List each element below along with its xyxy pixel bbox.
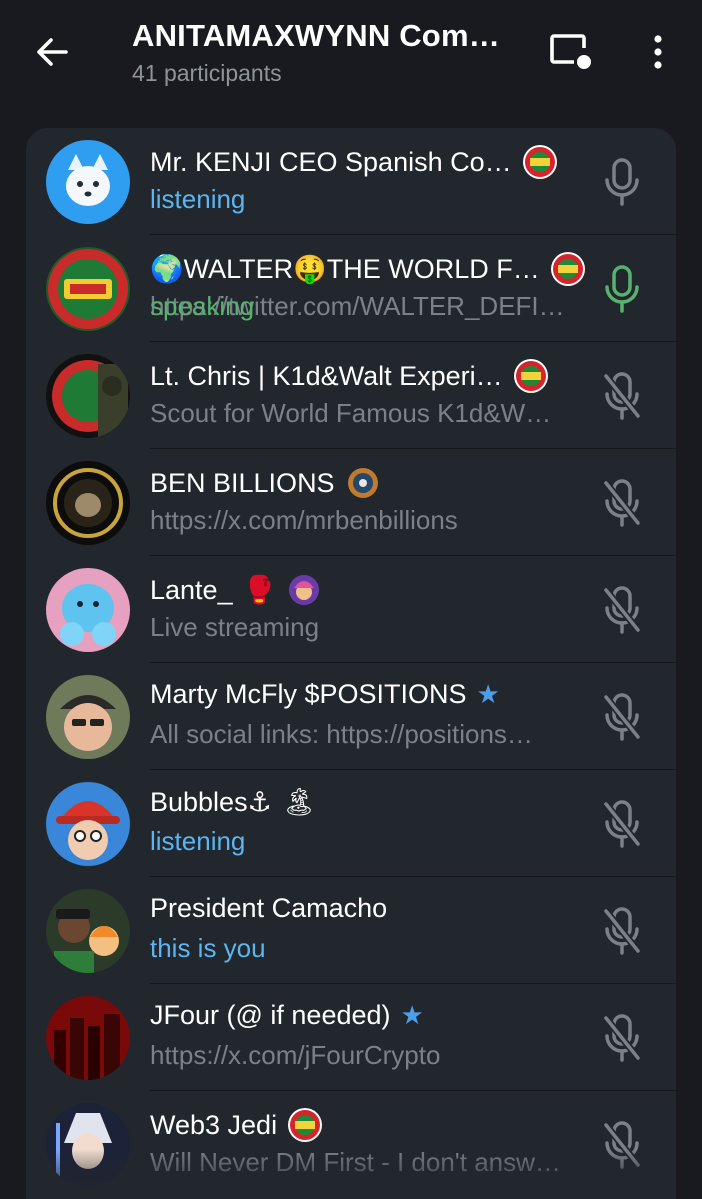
participant-name: BEN BILLIONS: [150, 465, 381, 501]
participant-name-text: Mr. KENJI CEO Spanish Co…: [150, 146, 512, 177]
mic-muted-icon[interactable]: [600, 798, 644, 850]
avatar: [46, 782, 130, 866]
participant-name: President Camacho: [150, 893, 387, 924]
app-bar: ANITAMAXWYNN Com… 41 participants: [0, 0, 702, 110]
participant-status: https://x.com/mrbenbillions: [150, 505, 458, 535]
participant-name-text: WALTER: [183, 253, 294, 284]
participant-status: listening: [150, 826, 246, 856]
participant-status: Will Never DM First - I don't answ…: [150, 1147, 561, 1177]
participant-row[interactable]: Lante_ 🥊 Live streaming: [26, 556, 676, 663]
show-badge-icon: [550, 251, 586, 287]
globe-emoji: 🌍: [150, 254, 184, 284]
participant-name-text: Lt. Chris | K1d&Walt Experi…: [150, 360, 503, 391]
mic-muted-icon[interactable]: [600, 691, 644, 743]
participant-row[interactable]: Web3 Jedi Will Never DM First - I don't …: [26, 1091, 676, 1198]
avatar: [46, 675, 130, 759]
participant-name-text: JFour (@ if needed): [150, 1000, 391, 1030]
avatar: [46, 354, 130, 438]
participant-row[interactable]: Mr. KENJI CEO Spanish Co… listening: [26, 128, 676, 235]
participant-row[interactable]: Lt. Chris | K1d&Walt Experi… Scout for W…: [26, 342, 676, 449]
mic-muted-icon[interactable]: [600, 477, 644, 529]
participant-name-text: Bubbles⚓: [150, 786, 272, 817]
participant-name: Mr. KENJI CEO Spanish Co…: [150, 144, 558, 180]
participant-name: 🌍 WALTER 🤑 THE WORLD F…: [150, 251, 586, 287]
participant-name: Web3 Jedi: [150, 1107, 323, 1143]
participant-name-text: Marty McFly $POSITIONS: [150, 679, 467, 709]
participant-row[interactable]: 🌍 WALTER 🤑 THE WORLD F… https://twitter.…: [26, 235, 676, 342]
participant-name-text: Lante_: [150, 574, 233, 605]
chat-title: ANITAMAXWYNN Com…: [132, 18, 500, 53]
avatar: [46, 461, 130, 545]
show-badge-icon: [522, 144, 558, 180]
mic-muted-icon[interactable]: [600, 905, 644, 957]
gear-badge-icon: [347, 468, 378, 498]
participant-name-text: BEN BILLIONS: [150, 467, 335, 498]
participant-name-suffix: THE WORLD F…: [326, 253, 540, 284]
participant-name: Bubbles⚓ 🏝: [150, 786, 316, 818]
participant-status: https://x.com/jFourCrypto: [150, 1040, 441, 1070]
participant-row[interactable]: President Camacho this is you: [26, 877, 676, 984]
mic-active-icon[interactable]: [600, 263, 644, 315]
participant-row[interactable]: JFour (@ if needed) ★ https://x.com/jFou…: [26, 984, 676, 1091]
show-badge-icon: [513, 358, 549, 394]
participant-row[interactable]: Marty McFly $POSITIONS ★ All social link…: [26, 663, 676, 770]
avatar: [46, 140, 130, 224]
participant-name-text: President Camacho: [150, 893, 388, 923]
mic-muted-icon[interactable]: [600, 1119, 644, 1171]
show-badge-icon: [287, 1107, 323, 1143]
avatar: [46, 889, 130, 973]
participant-row[interactable]: Bubbles⚓ 🏝 listening: [26, 770, 676, 877]
avatar-badge-icon: [289, 575, 320, 605]
mic-icon[interactable]: [600, 156, 644, 208]
participant-status: All social links: https://positions…: [150, 719, 533, 749]
back-arrow-icon[interactable]: [30, 30, 74, 74]
participant-name: Lt. Chris | K1d&Walt Experi…: [150, 358, 549, 394]
mic-muted-icon[interactable]: [600, 1012, 644, 1064]
avatar: [46, 568, 130, 652]
boxing-glove-emoji: 🥊: [242, 575, 277, 605]
screen-share-icon[interactable]: [548, 32, 594, 72]
palm-tree-emoji: 🏝: [281, 787, 317, 817]
premium-star-icon: ★: [476, 679, 500, 709]
participant-status: https://twitter.com/WALTER_DEFI… speakin…: [150, 291, 565, 322]
participant-name: Lante_ 🥊: [150, 572, 322, 608]
participant-status: Live streaming: [150, 612, 320, 642]
premium-star-icon: ★: [400, 1000, 424, 1030]
participant-name-text: Web3 Jedi: [150, 1109, 278, 1140]
money-face-emoji: 🤑: [293, 254, 327, 284]
avatar: [46, 996, 130, 1080]
participant-status: this is you: [150, 933, 266, 963]
more-options-icon[interactable]: [644, 30, 672, 74]
mic-muted-icon[interactable]: [600, 584, 644, 636]
speaking-status: speaking: [150, 291, 255, 321]
mic-muted-icon[interactable]: [600, 370, 644, 422]
participant-name: Marty McFly $POSITIONS ★: [150, 679, 500, 710]
avatar: [46, 1103, 130, 1187]
participants-list[interactable]: Mr. KENJI CEO Spanish Co… listening 🌍 WA…: [26, 128, 676, 1199]
participants-count: 41 participants: [132, 60, 282, 86]
participant-status: Scout for World Famous K1d&W…: [150, 398, 552, 428]
participant-status: listening: [150, 184, 246, 214]
participant-name: JFour (@ if needed) ★: [150, 1000, 424, 1031]
participant-row[interactable]: BEN BILLIONS https://x.com/mrbenbillions: [26, 449, 676, 556]
avatar: [46, 247, 130, 331]
